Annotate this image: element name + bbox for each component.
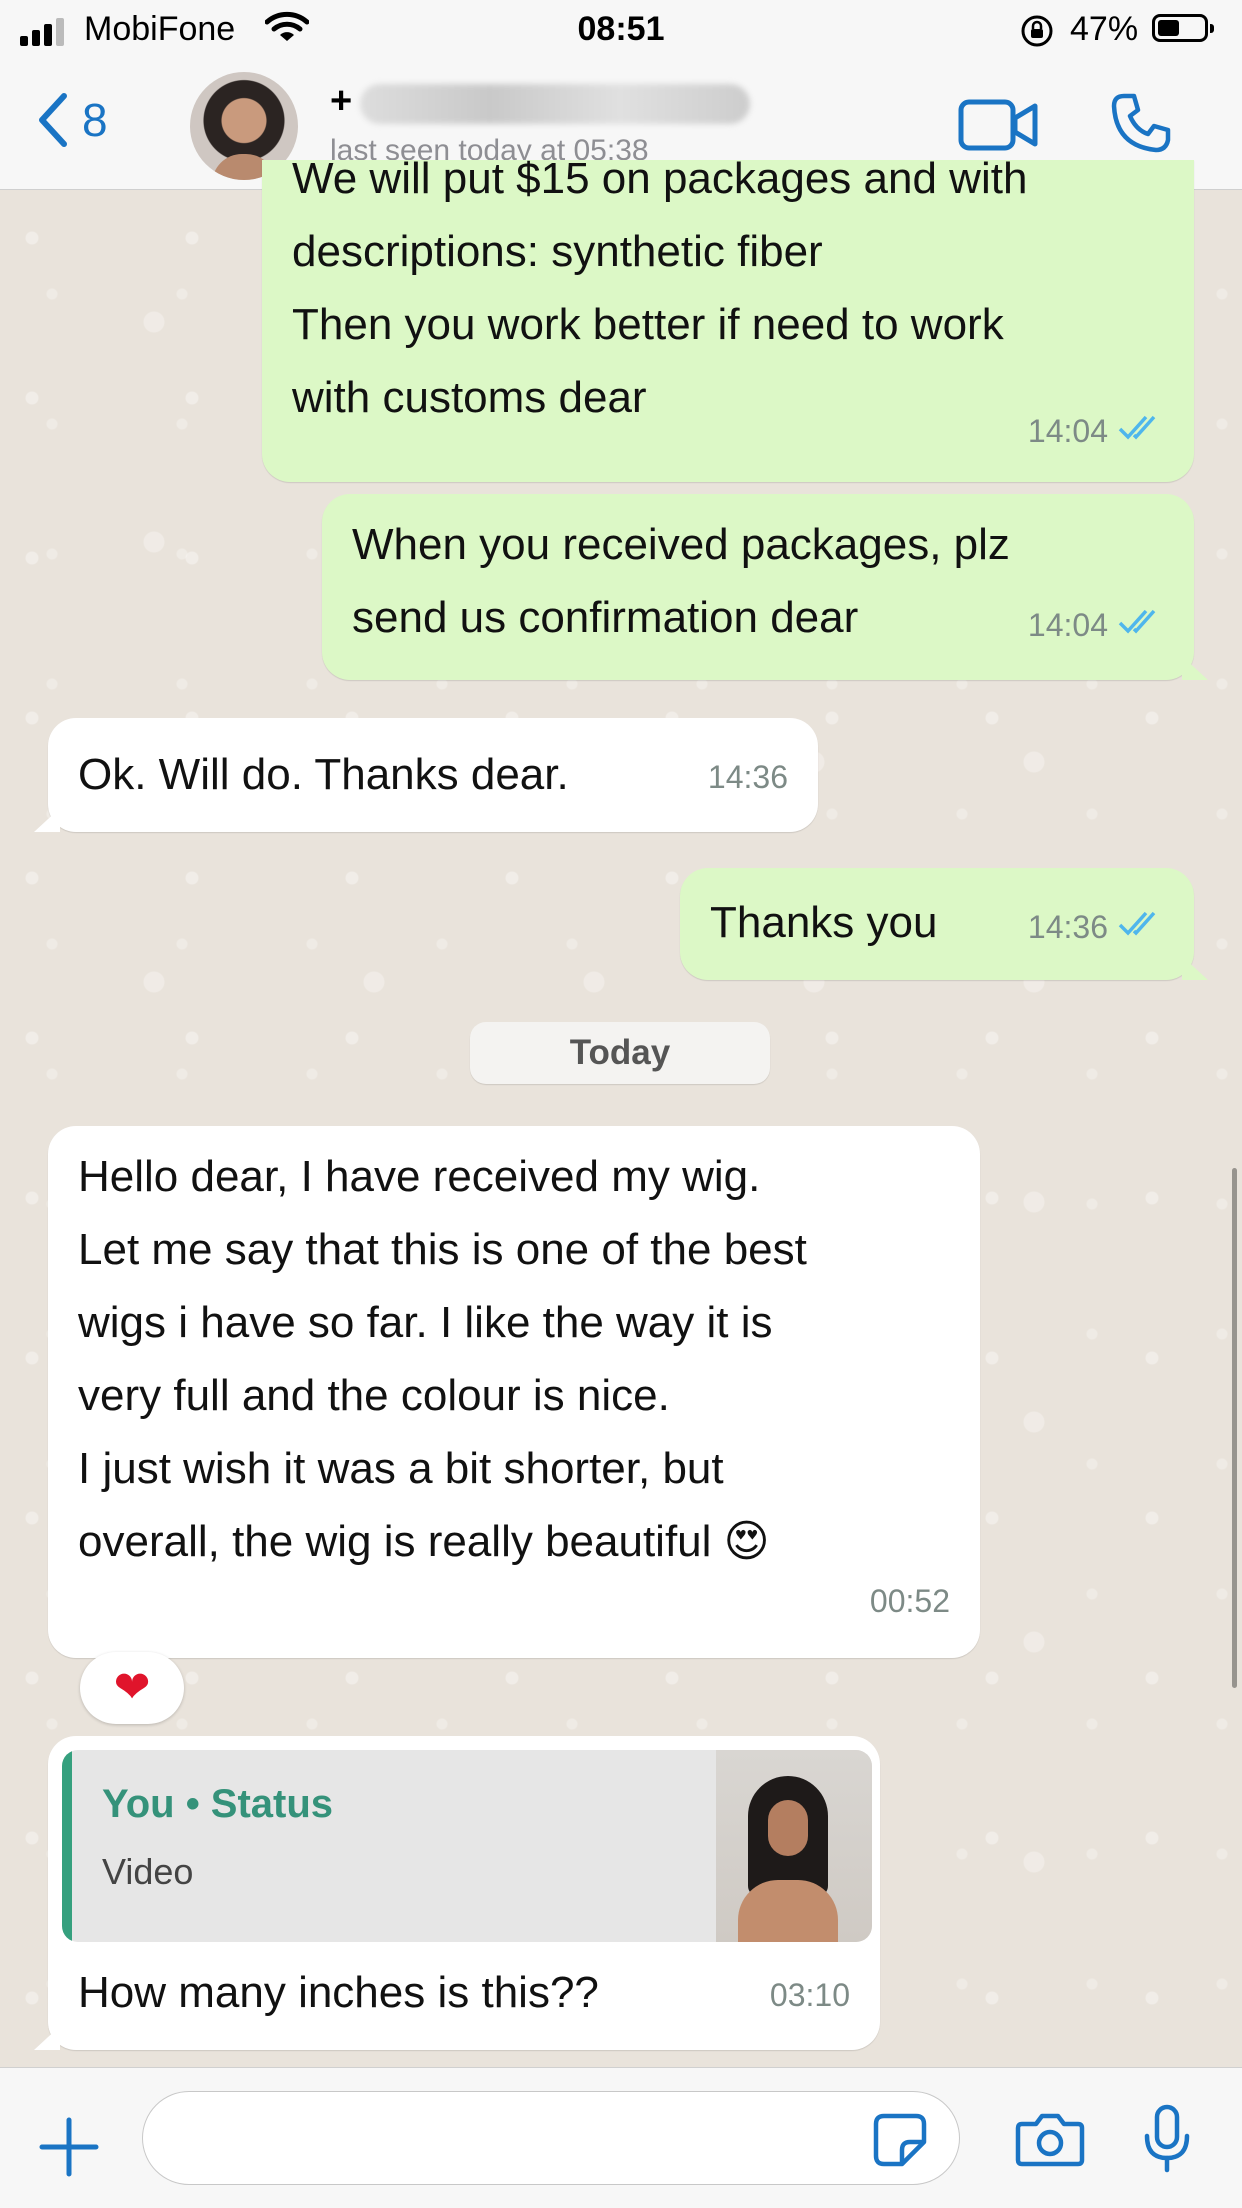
battery-fill [1158, 20, 1179, 36]
contact-name[interactable]: + [330, 80, 352, 123]
day-separator: Today [470, 1022, 770, 1084]
message-bubble-incoming[interactable]: You • Status Video How many inches is th… [34, 1736, 880, 2050]
redacted-name [360, 84, 750, 124]
message-text: How many inches is this?? [78, 1968, 599, 2017]
read-receipt-icon [1118, 589, 1164, 662]
message-bubble-outgoing[interactable]: We will put $15 on packages and with des… [262, 154, 1194, 482]
message-text: Hello dear, I have received my wig. Let … [78, 1152, 807, 1566]
sticker-button[interactable] [872, 2112, 928, 2173]
message-time: 03:10 [769, 1977, 850, 2013]
message-time: 14:36 [1027, 909, 1108, 945]
sticker-icon [873, 2113, 927, 2167]
message-time: 00:52 [869, 1583, 950, 1619]
message-time: 14:36 [707, 759, 788, 795]
status-bar: MobiFone 08:51 47% [0, 0, 1242, 62]
message-time: 14:04 [1027, 413, 1108, 449]
message-bubble-outgoing[interactable]: When you received packages, plz send us … [322, 494, 1208, 680]
orientation-lock-icon [1020, 14, 1054, 53]
message-text: We will put $15 on packages and with des… [292, 154, 1028, 422]
quoted-status[interactable]: You • Status Video [62, 1750, 872, 1942]
read-receipt-icon [1118, 891, 1164, 964]
unread-count: 8 [82, 94, 108, 146]
scrollbar[interactable] [1232, 1168, 1237, 1688]
attach-button[interactable] [38, 2116, 100, 2183]
chevron-left-icon [39, 93, 67, 147]
message-bubble-incoming[interactable]: Ok. Will do. Thanks dear. 14:36 [34, 718, 818, 832]
back-button[interactable]: 8 [36, 92, 108, 148]
camera-button[interactable] [1014, 2112, 1086, 2173]
status-thumbnail [716, 1750, 872, 1942]
microphone-icon [1144, 2104, 1190, 2173]
battery-percent: 47% [1070, 10, 1139, 48]
quote-accent-bar [62, 1750, 72, 1942]
microphone-button[interactable] [1142, 2104, 1192, 2179]
battery-icon [1152, 14, 1214, 42]
input-bar [0, 2067, 1242, 2208]
read-receipt-icon [1118, 395, 1164, 468]
message-bubble-incoming[interactable]: Hello dear, I have received my wig. Let … [48, 1126, 980, 1658]
message-text: Ok. Will do. Thanks dear. [78, 750, 569, 799]
quote-author: You • Status [102, 1782, 334, 1826]
message-time: 14:04 [1027, 607, 1108, 643]
message-input[interactable] [142, 2091, 960, 2185]
clock: 08:51 [577, 10, 665, 48]
plus-icon [39, 2117, 99, 2177]
message-bubble-outgoing[interactable]: Thanks you 14:36 [680, 868, 1208, 980]
camera-icon [1015, 2113, 1085, 2167]
quote-media-type: Video [102, 1851, 194, 1892]
heart-reaction[interactable]: ❤ [80, 1652, 184, 1724]
